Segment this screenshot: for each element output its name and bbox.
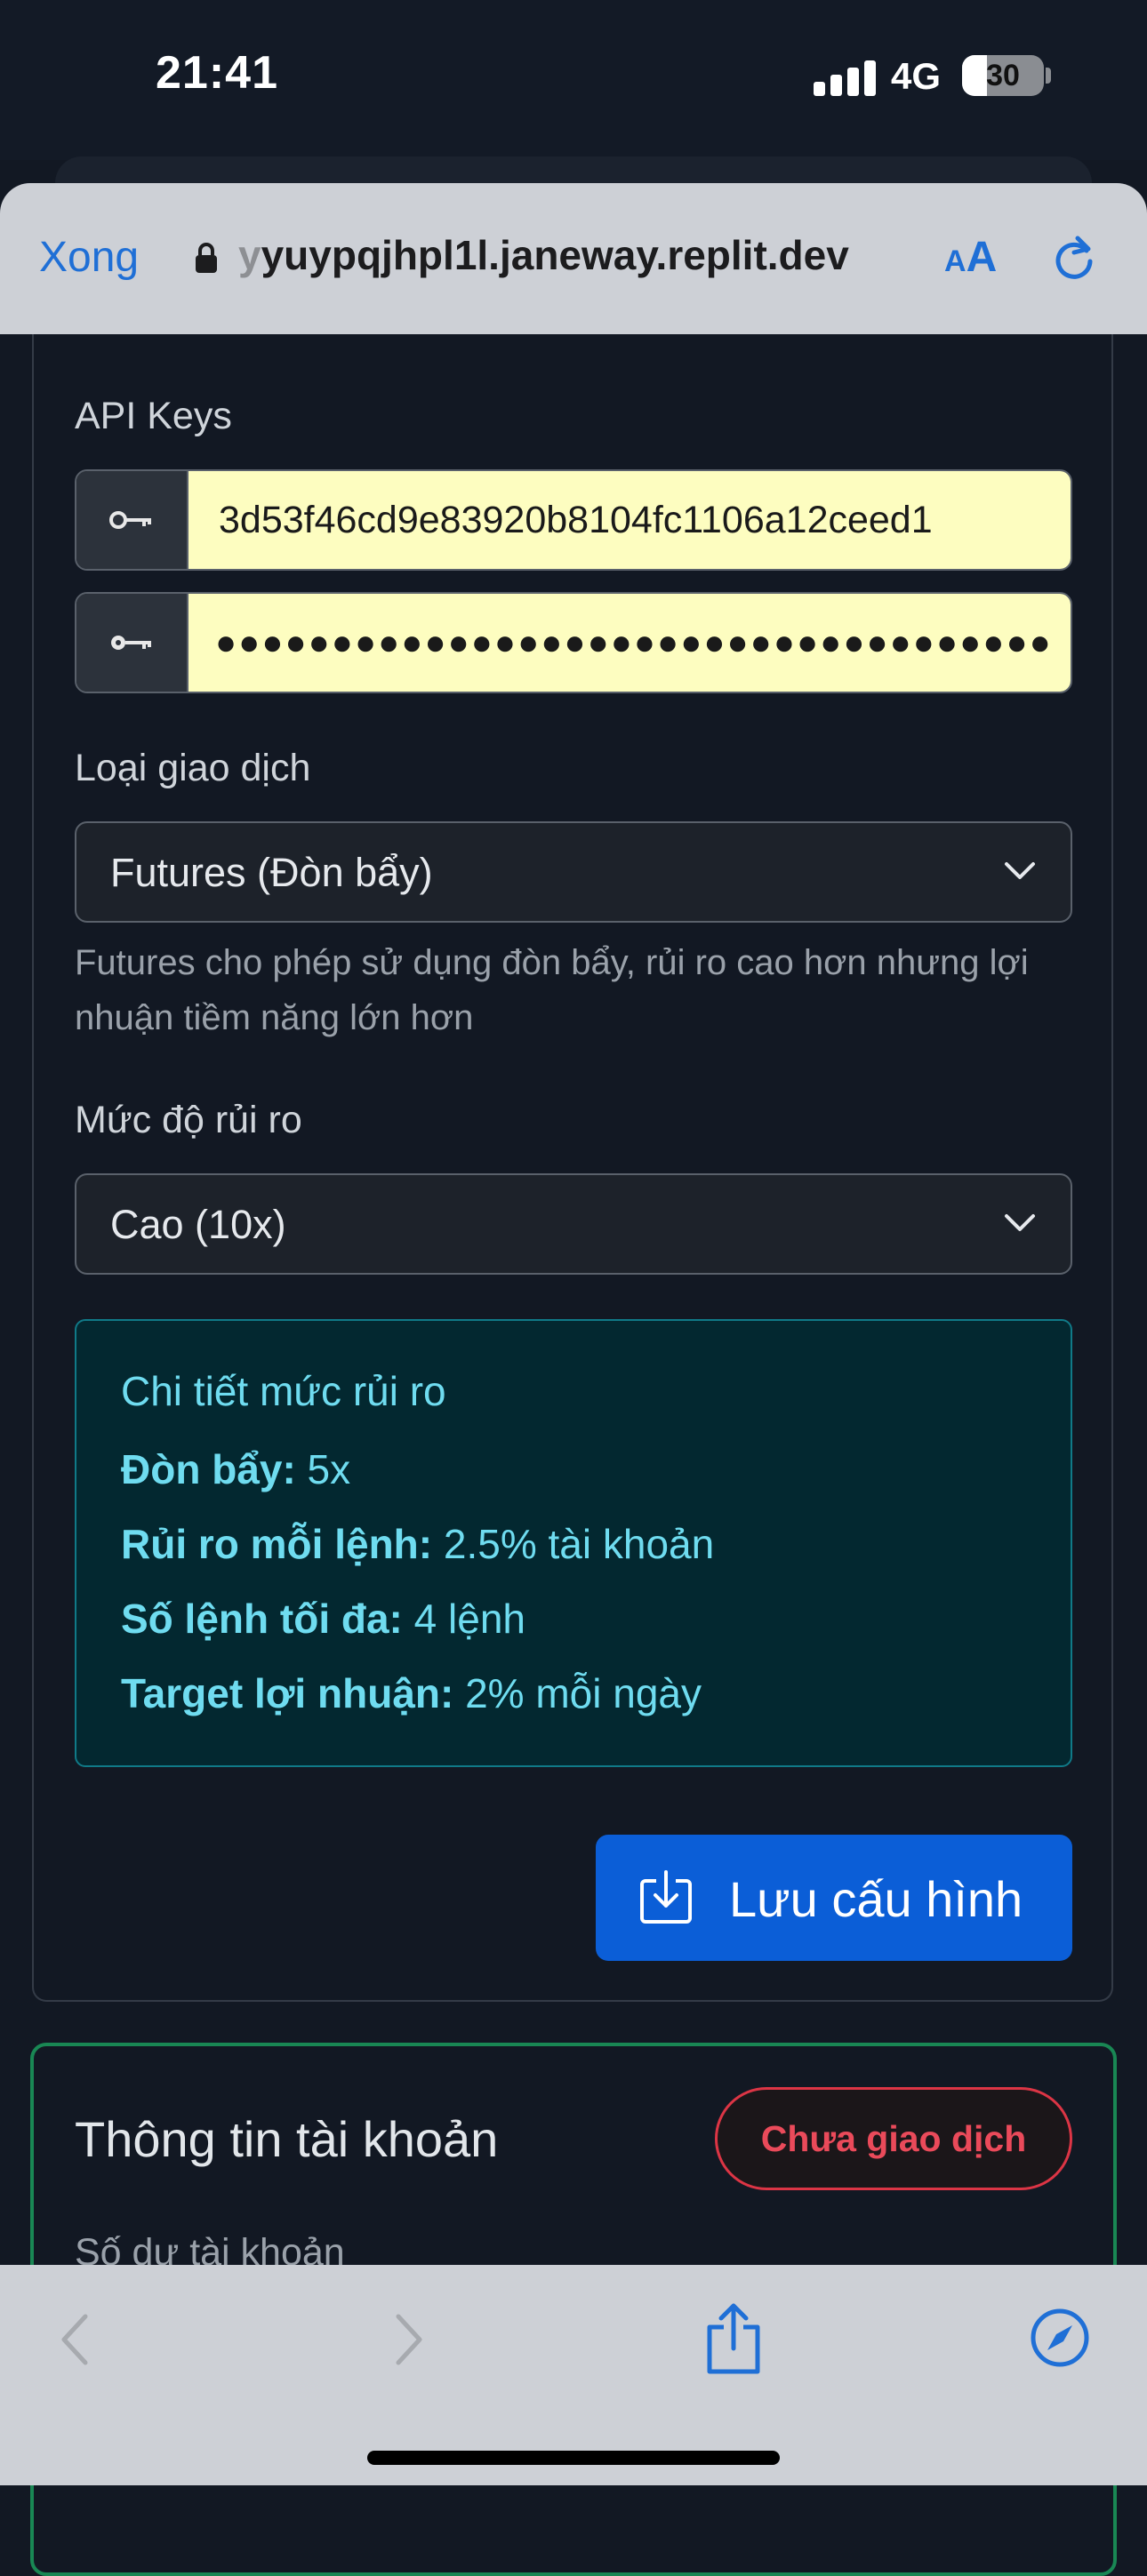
signal-icon: [814, 60, 876, 96]
key-icon: [76, 471, 188, 569]
battery-level: 30: [986, 58, 1020, 92]
url-prefix: y: [238, 232, 261, 278]
network-type: 4G: [891, 55, 942, 97]
api-key-group: 3d53f46cd9e83920b8104fc1106a12ceed1: [75, 469, 1072, 571]
save-config-label: Lưu cấu hình: [729, 1871, 1023, 1927]
secret-key-group: ●●●●●●●●●●●●●●●●●●●●●●●●●●●●●●●●●●●●: [75, 592, 1072, 693]
account-info-title: Thông tin tài khoản: [75, 2111, 499, 2167]
chevron-down-icon: [1005, 862, 1035, 879]
key-icon: [76, 594, 188, 692]
chevron-down-icon: [1005, 1214, 1035, 1231]
trade-type-help: Futures cho phép sử dụng đòn bẩy, rủi ro…: [75, 943, 1029, 1037]
url-bar[interactable]: yyuypqjhpl1l.janeway.replit.dev: [238, 231, 849, 279]
done-button[interactable]: Xong: [39, 233, 139, 282]
api-keys-label: API Keys: [75, 395, 232, 437]
trade-type-select[interactable]: Futures (Đòn bẩy): [75, 821, 1072, 923]
risk-row-risk-per-order: Rủi ro mỗi lệnh: 2.5% tài khoản: [121, 1521, 715, 1567]
api-key-input[interactable]: 3d53f46cd9e83920b8104fc1106a12ceed1: [188, 471, 1071, 569]
share-icon[interactable]: [702, 2300, 765, 2377]
trading-status-badge: Chưa giao dịch: [715, 2087, 1072, 2190]
risk-row-profit-target: Target lợi nhuận: 2% mỗi ngày: [121, 1670, 702, 1716]
risk-level-value: Cao (10x): [110, 1202, 286, 1247]
risk-details-panel: Chi tiết mức rủi ro Đòn bẩy: 5x Rủi ro m…: [75, 1319, 1072, 1767]
aa-big: A: [966, 234, 998, 281]
battery-icon: 30: [962, 55, 1044, 96]
risk-row-max-orders: Số lệnh tối đa: 4 lệnh: [121, 1596, 526, 1642]
download-icon: [640, 1870, 692, 1924]
trade-type-label: Loại giao dịch: [75, 747, 311, 789]
lock-icon: [196, 243, 217, 273]
forward-icon[interactable]: [391, 2311, 427, 2368]
secret-key-input[interactable]: ●●●●●●●●●●●●●●●●●●●●●●●●●●●●●●●●●●●●: [188, 594, 1071, 692]
risk-row-leverage: Đòn bẩy: 5x: [121, 1446, 351, 1492]
compass-icon[interactable]: [1030, 2308, 1090, 2368]
back-icon[interactable]: [57, 2311, 92, 2368]
risk-level-select[interactable]: Cao (10x): [75, 1173, 1072, 1275]
reload-icon[interactable]: [1047, 231, 1101, 284]
home-indicator: [367, 2451, 780, 2465]
text-size-button[interactable]: AA: [944, 233, 997, 282]
battery-cap: [1046, 68, 1051, 84]
status-time: 21:41: [156, 47, 278, 99]
aa-small: A: [944, 244, 967, 278]
save-config-button[interactable]: Lưu cấu hình: [596, 1835, 1072, 1961]
url-text: yuypqjhpl1l.janeway.replit.dev: [261, 232, 849, 278]
risk-level-label: Mức độ rủi ro: [75, 1099, 302, 1141]
risk-details-title: Chi tiết mức rủi ro: [121, 1368, 446, 1414]
trade-type-value: Futures (Đòn bẩy): [110, 850, 433, 895]
